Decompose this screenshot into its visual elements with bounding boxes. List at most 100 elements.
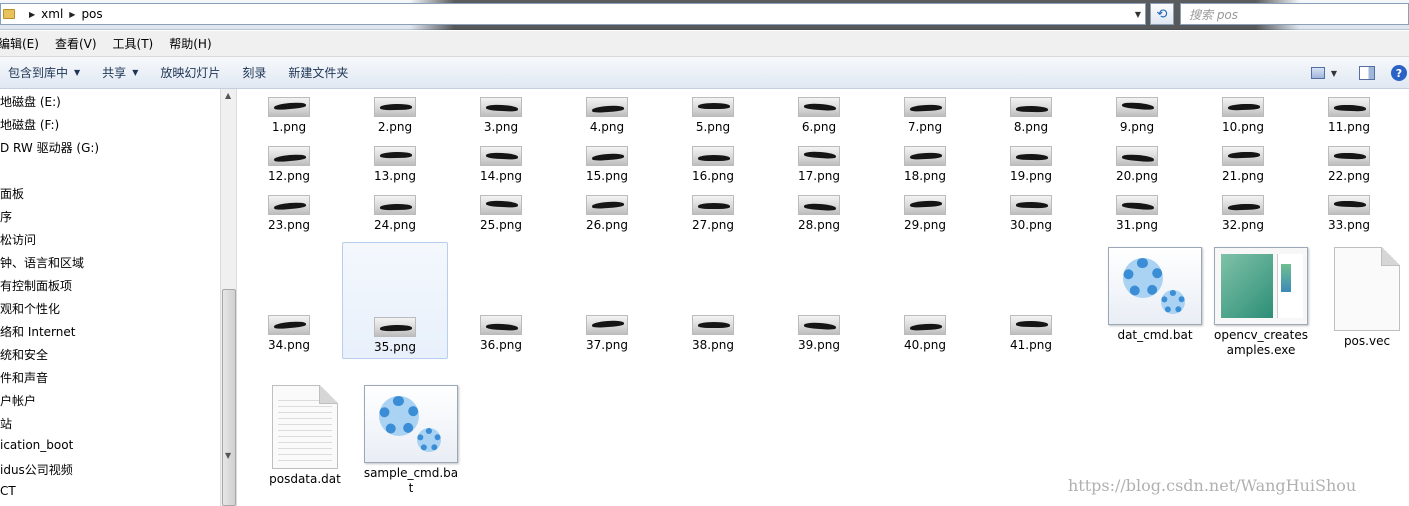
new-folder-button[interactable]: 新建文件夹 [288, 64, 348, 81]
menu-view[interactable]: 查看(V) [55, 35, 103, 52]
file-thumbnail[interactable]: 29.png [872, 195, 978, 233]
share-button[interactable]: 共享 ▼ [102, 64, 138, 81]
file-thumbnail[interactable]: 18.png [872, 146, 978, 184]
file-thumbnail[interactable]: 40.png [872, 315, 978, 353]
nav-item[interactable]: 观和个性化 [0, 300, 60, 317]
file-thumbnail[interactable]: 3.png [448, 97, 554, 135]
nav-item[interactable]: 钟、语言和区域 [0, 254, 84, 271]
chevron-down-icon[interactable]: ▼ [225, 451, 231, 460]
file-thumbnail[interactable]: 35.png [342, 242, 448, 359]
file-thumbnail[interactable]: 36.png [448, 315, 554, 353]
burn-button[interactable]: 刻录 [242, 64, 266, 81]
image-thumbnail-icon [798, 97, 840, 117]
file-dat-cmd[interactable]: dat_cmd.bat [1102, 247, 1208, 343]
nav-item[interactable]: 件和声音 [0, 369, 48, 386]
file-name: 26.png [586, 218, 628, 232]
nav-item[interactable]: 统和安全 [0, 346, 48, 363]
nav-item[interactable]: 松访问 [0, 231, 36, 248]
file-thumbnail[interactable]: 38.png [660, 315, 766, 353]
image-thumbnail-icon [1222, 195, 1264, 215]
file-thumbnail[interactable]: 16.png [660, 146, 766, 184]
file-thumbnail[interactable]: 7.png [872, 97, 978, 135]
image-thumbnail-icon [268, 97, 310, 117]
address-box[interactable]: ▶ xml ▶ pos ▼ [0, 3, 1146, 25]
refresh-button[interactable]: ⟲ [1150, 3, 1174, 25]
file-thumbnail[interactable]: 23.png [238, 195, 342, 233]
menu-edit[interactable]: 编辑(E) [0, 35, 45, 52]
breadcrumb-pos[interactable]: pos [81, 7, 102, 21]
nav-item[interactable]: CT [0, 484, 16, 498]
file-thumbnail[interactable]: 19.png [978, 146, 1084, 184]
chevron-right-icon[interactable]: ▶ [29, 10, 35, 19]
file-thumbnail[interactable]: 28.png [766, 195, 872, 233]
slideshow-button[interactable]: 放映幻灯片 [160, 64, 220, 81]
nav-item[interactable]: 地磁盘 (E:) [0, 93, 61, 110]
nav-item[interactable]: 面板 [0, 185, 24, 202]
file-thumbnail[interactable]: 13.png [342, 146, 448, 184]
file-name: 17.png [798, 169, 840, 183]
file-thumbnail[interactable]: 41.png [978, 315, 1084, 353]
chevron-down-icon[interactable]: ▼ [1331, 69, 1337, 78]
file-thumbnail[interactable]: 21.png [1190, 146, 1296, 184]
include-in-library-button[interactable]: 包含到库中 ▼ [8, 64, 80, 81]
file-posdata[interactable]: posdata.dat [252, 385, 358, 487]
file-thumbnail[interactable]: 34.png [238, 315, 342, 353]
view-options-icon[interactable] [1310, 67, 1325, 79]
file-thumbnail[interactable]: 33.png [1296, 195, 1402, 233]
menu-help[interactable]: 帮助(H) [169, 35, 217, 52]
nav-item[interactable]: 序 [0, 208, 12, 225]
chevron-right-icon[interactable]: ▶ [69, 10, 75, 19]
file-thumbnail[interactable]: 2.png [342, 97, 448, 135]
preview-pane-icon[interactable] [1359, 66, 1375, 80]
file-thumbnail[interactable]: 5.png [660, 97, 766, 135]
file-thumbnail[interactable]: 27.png [660, 195, 766, 233]
chevron-down-icon[interactable]: ▼ [1131, 10, 1145, 19]
file-pos-vec[interactable]: pos.vec [1314, 247, 1409, 349]
help-icon[interactable]: ? [1391, 65, 1407, 81]
nav-item[interactable]: D RW 驱动器 (G:) [0, 139, 99, 156]
file-thumbnail[interactable]: 14.png [448, 146, 554, 184]
file-thumbnail[interactable]: 22.png [1296, 146, 1402, 184]
file-thumbnail[interactable]: 39.png [766, 315, 872, 353]
file-name: 40.png [904, 338, 946, 352]
file-thumbnail[interactable]: 32.png [1190, 195, 1296, 233]
file-thumbnail[interactable]: 20.png [1084, 146, 1190, 184]
breadcrumb-xml[interactable]: xml [41, 7, 63, 21]
file-thumbnail[interactable]: 11.png [1296, 97, 1402, 135]
file-thumbnail[interactable]: 15.png [554, 146, 660, 184]
nav-item[interactable]: 户帐户 [0, 392, 36, 409]
file-thumbnail[interactable]: 25.png [448, 195, 554, 233]
generic-file-icon [1334, 247, 1400, 331]
file-thumbnail[interactable]: 26.png [554, 195, 660, 233]
search-input[interactable]: 搜索 pos [1180, 3, 1409, 25]
nav-item[interactable]: ication_boot [0, 438, 73, 452]
file-thumbnail[interactable]: 17.png [766, 146, 872, 184]
file-thumbnail[interactable]: 37.png [554, 315, 660, 353]
file-thumbnail[interactable]: 9.png [1084, 97, 1190, 135]
file-name: 37.png [586, 338, 628, 352]
nav-item[interactable]: 地磁盘 (F:) [0, 116, 59, 133]
file-thumbnail[interactable]: 4.png [554, 97, 660, 135]
file-thumbnail[interactable]: 24.png [342, 195, 448, 233]
nav-item[interactable]: 站 [0, 415, 12, 432]
file-thumbnail[interactable]: 30.png [978, 195, 1084, 233]
file-thumbnail[interactable]: 1.png [238, 97, 342, 135]
chevron-up-icon[interactable]: ▲ [225, 91, 231, 100]
file-thumbnail[interactable]: 8.png [978, 97, 1084, 135]
file-name: posdata.dat [269, 472, 341, 486]
image-thumbnail-icon [1010, 97, 1052, 117]
file-thumbnail[interactable]: 31.png [1084, 195, 1190, 233]
file-sample-cmd[interactable]: sample_cmd.bat [358, 385, 464, 496]
menu-bar: 编辑(E) 查看(V) 工具(T) 帮助(H) [0, 31, 1409, 57]
nav-item[interactable]: idus公司视频 [0, 461, 73, 478]
menu-tools[interactable]: 工具(T) [113, 35, 160, 52]
file-thumbnail[interactable]: 10.png [1190, 97, 1296, 135]
nav-item[interactable]: 有控制面板项 [0, 277, 72, 294]
file-thumbnail[interactable]: 6.png [766, 97, 872, 135]
file-opencv-createsamples[interactable]: opencv_createsamples.exe [1208, 247, 1314, 358]
file-name: 31.png [1116, 218, 1158, 232]
scrollbar-thumb[interactable] [222, 289, 236, 506]
nav-item[interactable]: 络和 Internet [0, 323, 75, 340]
file-thumbnail[interactable]: 12.png [238, 146, 342, 184]
sidebar-scrollbar[interactable]: ▲ ▼ [220, 89, 237, 506]
